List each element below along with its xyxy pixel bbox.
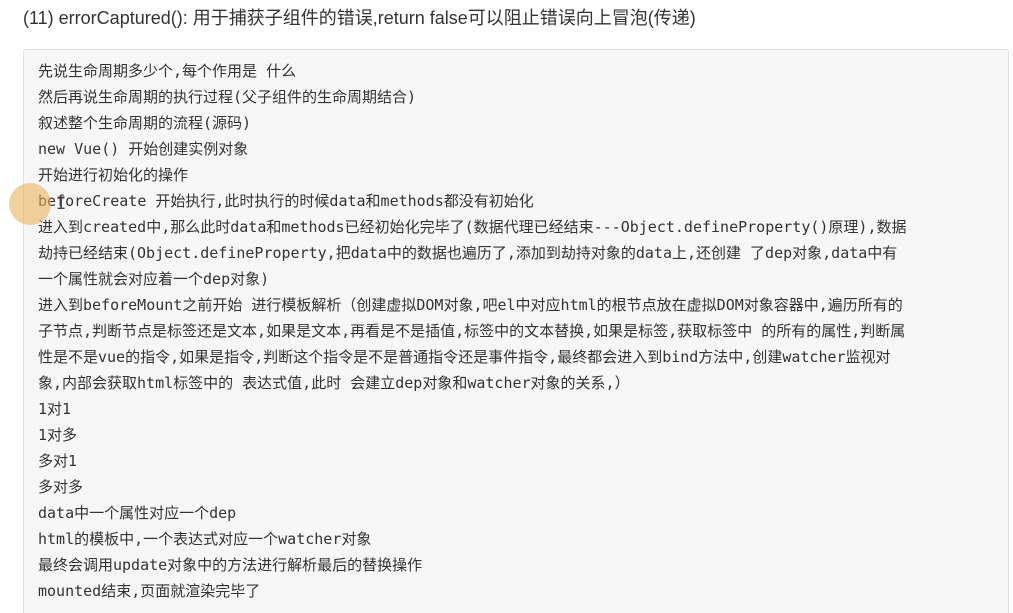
code-line: 然后再说生命周期的执行过程(父子组件的生命周期结合) bbox=[38, 88, 417, 106]
code-line: data中一个属性对应一个dep bbox=[38, 504, 237, 522]
code-line: 一个属性就会对应着一个dep对象) bbox=[38, 270, 270, 288]
code-line: 多对1 bbox=[38, 452, 78, 470]
code-line: 叙述整个生命周期的流程(源码) bbox=[38, 114, 252, 132]
code-line: 子节点,判断节点是标签还是文本,如果是文本,再看是不是插值,标签中的文本替换,如… bbox=[38, 322, 906, 340]
code-block: 先说生命周期多少个,每个作用是 什么 然后再说生命周期的执行过程(父子组件的生命… bbox=[23, 49, 1009, 613]
section-heading: (11) errorCaptured(): 用于捕获子组件的错误,return … bbox=[23, 8, 696, 28]
code-line: 象,内部会获取html标签中的 表达式值,此时 会建立dep对象和watcher… bbox=[38, 374, 630, 392]
code-line: 进入到beforeMount之前开始 进行模板解析（创建虚拟DOM对象,吧el中… bbox=[38, 296, 903, 314]
code-line: 1对多 bbox=[38, 426, 78, 444]
code-line: 最终会调用update对象中的方法进行解析最后的替换操作 bbox=[38, 556, 423, 574]
code-line: 多对多 bbox=[38, 478, 84, 496]
code-line: new Vue() 开始创建实例对象 bbox=[38, 140, 249, 158]
code-line: 开始进行初始化的操作 bbox=[38, 166, 189, 184]
code-line: mounted结束,页面就渲染完毕了 bbox=[38, 582, 261, 600]
code-line: html的模板中,一个表达式对应一个watcher对象 bbox=[38, 530, 372, 548]
cursor-highlight bbox=[9, 183, 51, 225]
code-line: 进入到created中,那么此时data和methods已经初始化完毕了(数据代… bbox=[38, 218, 907, 236]
code-line: 劫持已经结束(Object.defineProperty,把data中的数据也遍… bbox=[38, 244, 898, 262]
text-cursor-icon: I bbox=[56, 194, 67, 214]
code-line: 性是不是vue的指令,如果是指令,判断这个指令是不是普通指令还是事件指令,最终都… bbox=[38, 348, 891, 366]
code-line: 先说生命周期多少个,每个作用是 什么 bbox=[38, 62, 297, 80]
code-line: 1对1 bbox=[38, 400, 72, 418]
code-line: beforeCreate 开始执行,此时执行的时候data和methods都没有… bbox=[38, 192, 534, 210]
